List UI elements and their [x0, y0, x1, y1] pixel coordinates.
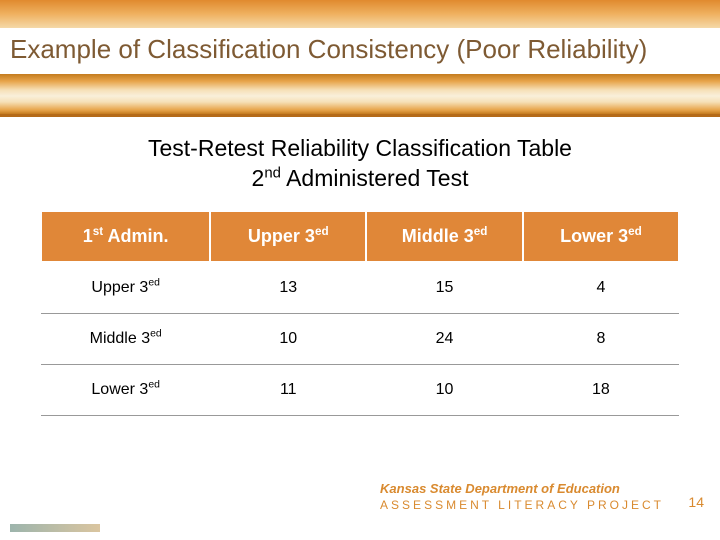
cell-r2-c2: 10 [366, 365, 523, 416]
subtitle-line-2-post: Administered Test [281, 165, 469, 191]
r0-pre: Upper 3 [91, 279, 148, 296]
th0-sup: st [93, 225, 103, 238]
subtitle-line-1: Test-Retest Reliability Classification T… [0, 133, 720, 163]
page-number: 14 [688, 494, 704, 510]
r0-sup: ed [148, 278, 160, 289]
classification-table: 1st Admin. Upper 3ed Middle 3ed Lower 3e… [40, 210, 680, 416]
r1-pre: Middle 3 [90, 330, 150, 347]
table-row: Lower 3ed 11 10 18 [41, 365, 679, 416]
table-row: Middle 3ed 10 24 8 [41, 314, 679, 365]
table-header-middle: Middle 3ed [366, 211, 523, 262]
th1-sup: ed [315, 225, 329, 238]
row-label-lower: Lower 3ed [41, 365, 210, 416]
r2-sup: ed [148, 380, 160, 391]
table-header-row: 1st Admin. Upper 3ed Middle 3ed Lower 3e… [41, 211, 679, 262]
subtitle-line-2: 2nd Administered Test [0, 163, 720, 193]
bottom-decorative-strip [10, 524, 100, 532]
subtitle-line-2-pre: 2 [252, 165, 265, 191]
table-header-admin: 1st Admin. [41, 211, 210, 262]
footer-org: Kansas State Department of Education [380, 481, 664, 496]
slide-title: Example of Classification Consistency (P… [10, 34, 710, 65]
row-label-middle: Middle 3ed [41, 314, 210, 365]
cell-r0-c2: 15 [366, 262, 523, 314]
subtitle-line-2-sup: nd [264, 164, 281, 181]
th0-pre: 1 [83, 226, 93, 246]
title-underline-band [0, 74, 720, 114]
r1-sup: ed [150, 329, 162, 340]
cell-r1-c3: 8 [523, 314, 679, 365]
table-row: Upper 3ed 13 15 4 [41, 262, 679, 314]
th3-sup: ed [628, 225, 642, 238]
th0-post: Admin. [103, 226, 168, 246]
th2-sup: ed [474, 225, 488, 238]
cell-r0-c1: 13 [210, 262, 366, 314]
table-header-lower: Lower 3ed [523, 211, 679, 262]
footer: Kansas State Department of Education ASS… [380, 481, 664, 512]
row-label-upper: Upper 3ed [41, 262, 210, 314]
cell-r2-c1: 11 [210, 365, 366, 416]
th2-pre: Middle 3 [402, 226, 474, 246]
slide: Example of Classification Consistency (P… [0, 0, 720, 540]
subtitle: Test-Retest Reliability Classification T… [0, 133, 720, 193]
cell-r2-c3: 18 [523, 365, 679, 416]
r2-pre: Lower 3 [91, 381, 148, 398]
th3-pre: Lower 3 [560, 226, 628, 246]
cell-r1-c1: 10 [210, 314, 366, 365]
cell-r0-c3: 4 [523, 262, 679, 314]
table-header-upper: Upper 3ed [210, 211, 366, 262]
footer-project: ASSESSMENT LITERACY PROJECT [380, 498, 664, 512]
cell-r1-c2: 24 [366, 314, 523, 365]
th1-pre: Upper 3 [248, 226, 315, 246]
top-accent-bar [0, 0, 720, 28]
